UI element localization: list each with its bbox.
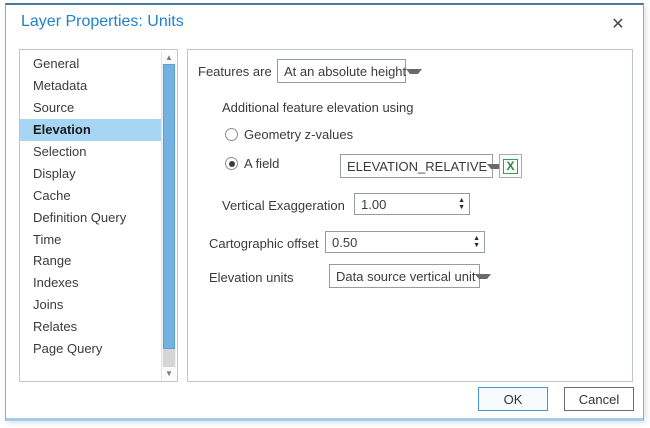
additional-elevation-label: Additional feature elevation using xyxy=(222,100,414,115)
radio-a-field-label: A field xyxy=(244,156,279,171)
radio-checked-icon[interactable] xyxy=(225,157,238,170)
close-icon[interactable]: ✕ xyxy=(607,13,629,35)
elevation-units-dropdown[interactable]: Data source vertical unit xyxy=(329,264,480,288)
spin-up-icon[interactable]: ▲ xyxy=(473,235,480,242)
set-expression-button[interactable]: X xyxy=(499,154,522,178)
radio-unchecked-icon[interactable] xyxy=(225,128,238,141)
dialog-title: Layer Properties: Units xyxy=(21,13,184,31)
scrollbar-track-remainder xyxy=(163,349,175,367)
features-are-label: Features are xyxy=(198,64,272,79)
chevron-down-icon xyxy=(475,274,491,279)
vertical-exaggeration-input[interactable] xyxy=(355,197,458,212)
sidebar-item-elevation[interactable]: Elevation xyxy=(20,119,163,141)
sidebar-item-source[interactable]: Source xyxy=(20,97,177,119)
scrollbar-thumb[interactable] xyxy=(163,64,175,349)
sidebar-item-time[interactable]: Time xyxy=(20,228,177,250)
features-are-dropdown[interactable]: At an absolute height xyxy=(277,59,406,83)
ok-button[interactable]: OK xyxy=(478,387,548,411)
elevation-units-label: Elevation units xyxy=(209,270,294,285)
scrollbar-track[interactable] xyxy=(162,64,176,367)
radio-geometry-z-values[interactable]: Geometry z-values xyxy=(225,127,353,142)
vertical-exaggeration-stepper: ▲ ▼ xyxy=(354,193,470,215)
sidebar-item-metadata[interactable]: Metadata xyxy=(20,75,177,97)
radio-a-field[interactable]: A field xyxy=(225,156,279,171)
sidebar-item-selection[interactable]: Selection xyxy=(20,141,177,163)
features-are-value: At an absolute height xyxy=(284,64,406,79)
chevron-down-icon xyxy=(406,69,422,74)
sidebar-item-joins[interactable]: Joins xyxy=(20,294,177,316)
sidebar-item-page-query[interactable]: Page Query xyxy=(20,338,177,360)
cartographic-offset-input[interactable] xyxy=(326,235,473,250)
sidebar-item-range[interactable]: Range xyxy=(20,250,177,272)
elevation-units-value: Data source vertical unit xyxy=(336,269,475,284)
sidebar-item-indexes[interactable]: Indexes xyxy=(20,272,177,294)
stepper-arrows: ▲ ▼ xyxy=(458,197,469,211)
spin-up-icon[interactable]: ▲ xyxy=(458,197,465,204)
elevation-settings-panel: Features are At an absolute height Addit… xyxy=(187,49,633,382)
sidebar-item-definition-query[interactable]: Definition Query xyxy=(20,206,177,228)
properties-sidebar: General Metadata Source Elevation Select… xyxy=(19,49,178,382)
scroll-up-icon[interactable]: ▲ xyxy=(162,51,176,64)
stepper-arrows: ▲ ▼ xyxy=(473,235,484,249)
scroll-down-icon[interactable]: ▼ xyxy=(162,367,176,380)
elevation-field-value: ELEVATION_RELATIVE xyxy=(347,159,487,174)
screenshot-root: Layer Properties: Units ✕ General Metada… xyxy=(0,0,650,428)
spin-down-icon[interactable]: ▼ xyxy=(458,204,465,211)
cartographic-offset-stepper: ▲ ▼ xyxy=(325,231,485,253)
elevation-field-dropdown[interactable]: ELEVATION_RELATIVE xyxy=(340,154,493,178)
sidebar-item-display[interactable]: Display xyxy=(20,162,177,184)
expression-x-icon: X xyxy=(503,159,518,174)
radio-geometry-label: Geometry z-values xyxy=(244,127,353,142)
sidebar-item-relates[interactable]: Relates xyxy=(20,316,177,338)
sidebar-item-cache[interactable]: Cache xyxy=(20,184,177,206)
sidebar-item-general[interactable]: General xyxy=(20,53,177,75)
spin-down-icon[interactable]: ▼ xyxy=(473,242,480,249)
vertical-exaggeration-label: Vertical Exaggeration xyxy=(222,198,345,213)
cancel-button[interactable]: Cancel xyxy=(564,387,634,411)
sidebar-scrollbar[interactable]: ▲ ▼ xyxy=(161,51,176,380)
layer-properties-dialog: Layer Properties: Units ✕ General Metada… xyxy=(5,3,644,421)
cartographic-offset-label: Cartographic offset xyxy=(209,236,319,251)
